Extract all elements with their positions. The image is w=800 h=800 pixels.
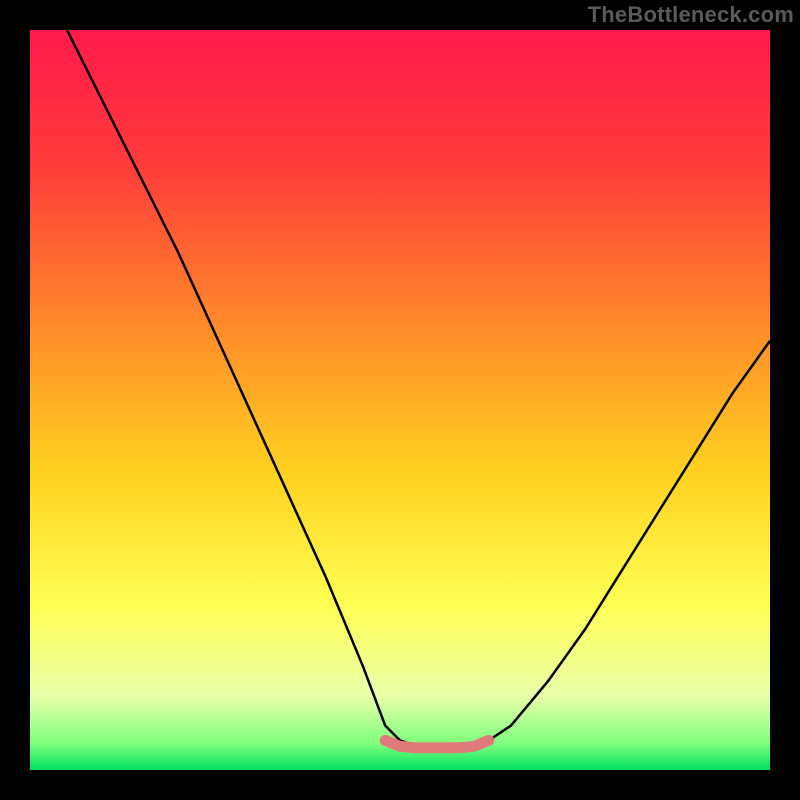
- attribution-text: TheBottleneck.com: [588, 2, 794, 28]
- bottleneck-chart: [30, 30, 770, 770]
- chart-frame: TheBottleneck.com: [0, 0, 800, 800]
- gradient-background: [30, 30, 770, 770]
